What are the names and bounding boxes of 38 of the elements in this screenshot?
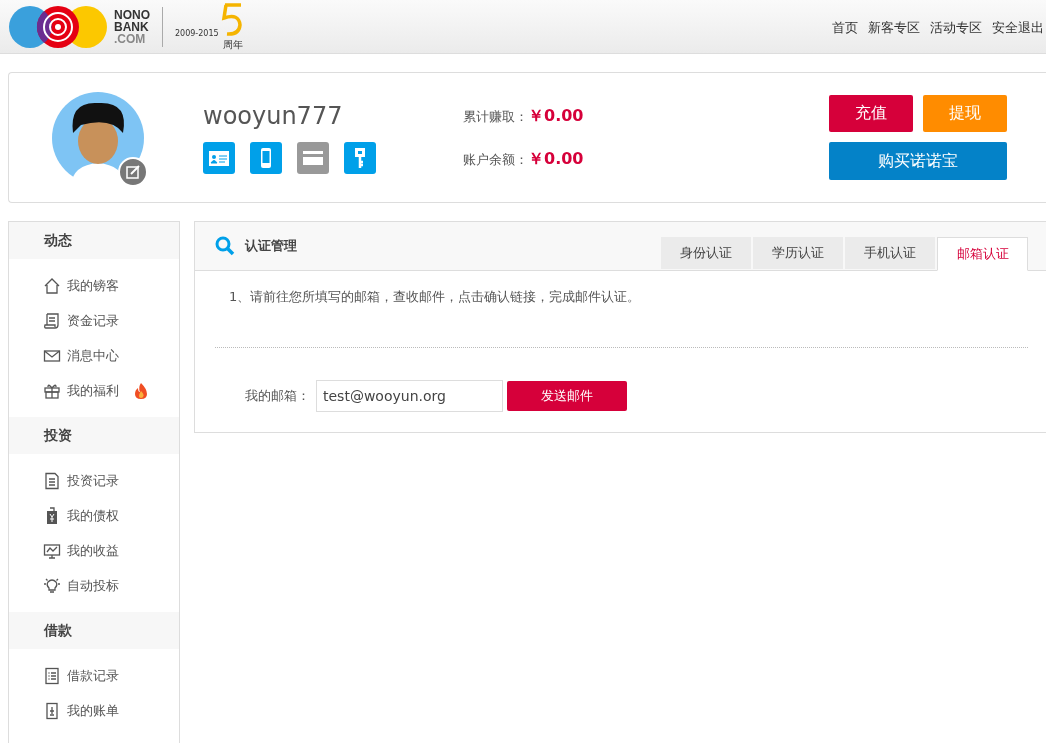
send-email-button[interactable]: 发送邮件 [507, 381, 627, 411]
panel-title: 认证管理 [245, 237, 297, 255]
sidebar-section-title: 借款 [9, 612, 179, 649]
email-label: 我的邮箱： [245, 387, 310, 405]
stat-value: ￥0.00 [528, 148, 584, 170]
tab[interactable]: 学历认证 [753, 237, 843, 269]
sidebar-item[interactable]: 消息中心 [9, 338, 179, 373]
logo-text: .COM [114, 32, 147, 45]
nav-link[interactable]: 安全退出 [992, 18, 1044, 37]
sidebar-item[interactable]: 我的收益 [9, 533, 179, 568]
sidebar-item[interactable]: 我的镑客 [9, 268, 179, 303]
tab[interactable]: 身份认证 [661, 237, 751, 269]
sidebar-item[interactable]: 自动投标 [9, 568, 179, 603]
tab[interactable]: 手机认证 [845, 237, 935, 269]
anniversary-years: 2009-2015 [175, 28, 219, 38]
sidebar-item[interactable]: 投资记录 [9, 463, 179, 498]
sidebar-item[interactable]: 我的债权 [9, 498, 179, 533]
action-button[interactable]: 充值 [829, 95, 913, 132]
nav-link[interactable]: 活动专区 [930, 18, 982, 37]
stat-value: ￥0.00 [528, 105, 584, 127]
sidebar-item[interactable]: 我的福利 [9, 373, 179, 408]
sidebar-section-title: 动态 [9, 222, 179, 259]
sidebar-item[interactable]: 我的账单 [9, 693, 179, 728]
logo-text: NONO [114, 8, 150, 21]
action-button[interactable]: 购买诺诺宝 [829, 142, 1007, 180]
sidebar-section-title: 投资 [9, 417, 179, 454]
sidebar-item[interactable]: 借款记录 [9, 658, 179, 693]
anniversary-label: 周年 [223, 37, 243, 52]
nav-link[interactable]: 新客专区 [868, 18, 920, 37]
instruction-text: 1、请前往您所填写的邮箱，查收邮件，点击确认链接，完成邮件认证。 [228, 288, 642, 306]
sidebar-item[interactable]: 资金记录 [9, 303, 179, 338]
stat-label: 账户余额： [463, 150, 528, 169]
nav-link[interactable]: 首页 [832, 18, 858, 37]
email-field[interactable]: test@wooyun.org [316, 380, 503, 412]
username: wooyun777 [203, 101, 344, 130]
tab[interactable]: 邮箱认证 [937, 237, 1028, 271]
logo-text: BANK [114, 20, 150, 33]
stat-label: 累计赚取： [463, 107, 528, 126]
